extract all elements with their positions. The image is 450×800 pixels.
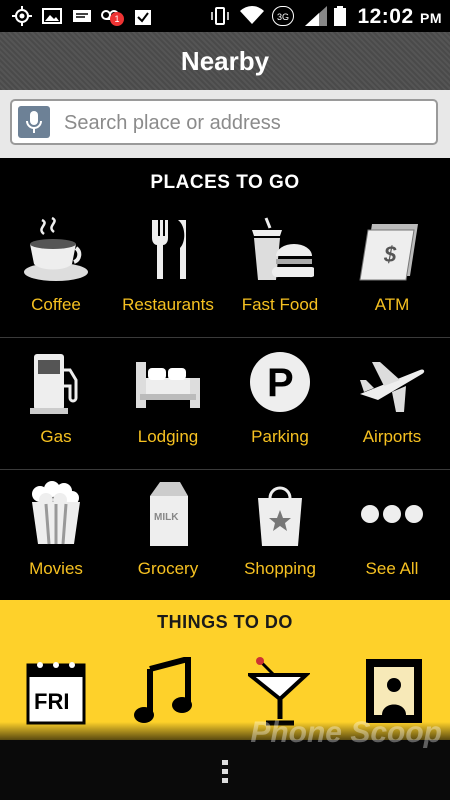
gps-icon	[12, 6, 32, 26]
place-shopping[interactable]: Shopping	[224, 470, 336, 601]
status-time: 12:02 PM	[357, 5, 442, 28]
email-icon	[73, 10, 91, 22]
places-grid: Coffee Restaurants Fast Food $ ATM Gas L…	[0, 206, 450, 601]
microphone-icon[interactable]	[18, 106, 50, 138]
place-parking[interactable]: P Parking	[224, 338, 336, 469]
airplane-icon	[360, 362, 425, 412]
checkmark-bag-icon	[135, 10, 151, 25]
fork-knife-icon	[152, 220, 186, 279]
place-atm[interactable]: $ ATM	[336, 206, 448, 337]
place-restaurants[interactable]: Restaurants	[112, 206, 224, 337]
place-gas[interactable]: Gas	[0, 338, 112, 469]
place-movies[interactable]: Movies	[0, 470, 112, 601]
status-bar: 1 3G 12:02 PM	[0, 0, 450, 32]
bed-icon	[136, 362, 200, 408]
svg-text:P: P	[267, 361, 294, 405]
overflow-menu-icon[interactable]	[222, 760, 228, 784]
signal-icon	[305, 6, 327, 26]
gas-pump-icon	[30, 354, 78, 414]
place-grocery[interactable]: MILK Grocery	[112, 470, 224, 601]
milk-carton-icon: MILK	[150, 482, 188, 546]
place-label: ATM	[374, 295, 410, 314]
place-label: Airports	[362, 427, 422, 446]
svg-text:FRI: FRI	[34, 689, 69, 714]
music-note-icon[interactable]	[132, 657, 194, 727]
place-see-all[interactable]: See All	[336, 470, 448, 601]
place-airports[interactable]: Airports	[336, 338, 448, 469]
title-bar: Nearby	[0, 32, 450, 90]
page-title: Nearby	[180, 45, 270, 76]
place-fast-food[interactable]: Fast Food	[224, 206, 336, 337]
svg-text:$: $	[383, 242, 397, 267]
vibrate-icon	[211, 7, 229, 25]
svg-text:MILK: MILK	[154, 512, 179, 523]
search-placeholder: Search place or address	[64, 112, 281, 134]
atm-cash-icon: $	[359, 224, 418, 281]
parking-icon: P	[250, 352, 310, 412]
watermark: Phone Scoop	[250, 716, 442, 749]
battery-icon	[334, 6, 346, 26]
calendar-icon[interactable]: FRI	[26, 657, 88, 727]
place-lodging[interactable]: Lodging	[112, 338, 224, 469]
notification-badge: 1	[110, 12, 124, 26]
wifi-icon	[240, 6, 264, 25]
shopping-bag-icon	[258, 486, 302, 546]
image-icon	[42, 8, 62, 24]
more-dots-icon	[361, 505, 423, 523]
places-row: Coffee Restaurants Fast Food $ ATM	[0, 206, 450, 338]
navigation-bar	[0, 740, 450, 800]
things-to-do-heading: THINGS TO DO	[157, 612, 293, 632]
network-3g-icon: 3G	[272, 6, 294, 26]
places-to-go-heading: PLACES TO GO	[150, 172, 300, 193]
places-row: Gas Lodging P Parking Airports	[0, 338, 450, 470]
fast-food-icon	[252, 217, 314, 280]
popcorn-icon	[32, 481, 80, 545]
places-row: Movies MILK Grocery Shopping See All	[0, 470, 450, 601]
place-coffee[interactable]: Coffee	[0, 206, 112, 337]
coffee-cup-icon	[24, 216, 88, 281]
search-bar-container: Search place or address	[0, 90, 450, 158]
place-label: See All	[365, 559, 419, 578]
search-input[interactable]: Search place or address	[10, 99, 438, 145]
